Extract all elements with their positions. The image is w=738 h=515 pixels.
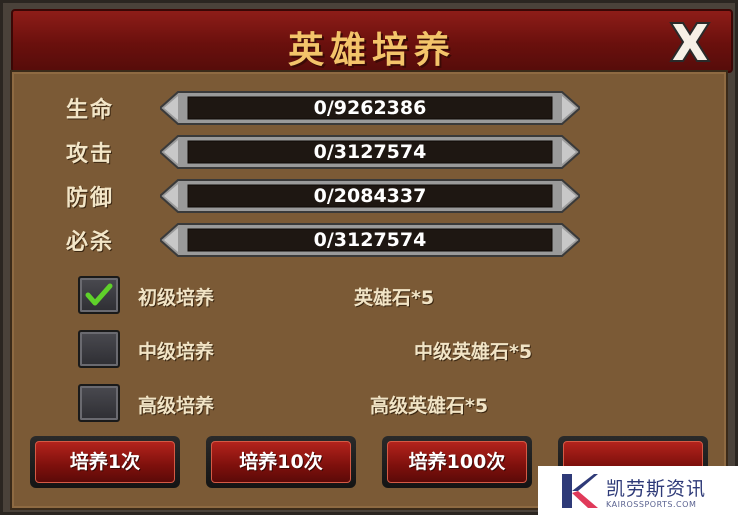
watermark-logo: 凯劳斯资讯 KAIROSSPORTS.COM — [538, 466, 738, 515]
train-100-label: 培养100次 — [387, 441, 527, 483]
stat-label-attack: 攻击 — [66, 142, 115, 167]
checkbox-basic[interactable] — [78, 276, 120, 314]
option-label-advanced: 高级培养 — [138, 395, 215, 417]
stat-value-critical: 0/3127574 — [313, 229, 427, 251]
dialog-title: 英雄培养 — [287, 30, 456, 71]
train-100-button[interactable]: 培养100次 — [382, 436, 532, 488]
train-1-button[interactable]: 培养1次 — [30, 436, 180, 488]
dialog-header: 英雄培养 — [11, 9, 733, 73]
checkbox-advanced[interactable] — [78, 384, 120, 422]
train-10-button[interactable]: 培养10次 — [206, 436, 356, 488]
checkmark-icon — [85, 283, 113, 306]
stat-label-hp: 生命 — [66, 98, 115, 123]
stat-label-critical: 必杀 — [66, 230, 115, 255]
watermark-subtext: KAIROSSPORTS.COM — [606, 500, 697, 509]
stat-label-defense: 防御 — [66, 186, 115, 211]
option-cost-basic: 英雄石*5 — [354, 287, 435, 309]
checkbox-intermediate[interactable] — [78, 330, 120, 368]
stat-value-hp: 0/9262386 — [313, 97, 427, 119]
stat-value-attack: 0/3127574 — [313, 141, 427, 163]
option-cost-advanced: 高级英雄石*5 — [370, 395, 489, 417]
option-label-basic: 初级培养 — [138, 287, 215, 309]
option-cost-intermediate: 中级英雄石*5 — [414, 341, 533, 363]
train-10-label: 培养10次 — [211, 441, 351, 483]
close-x-icon[interactable] — [665, 19, 715, 65]
logo-k-icon — [562, 474, 598, 508]
train-1-label: 培养1次 — [35, 441, 175, 483]
watermark-text: 凯劳斯资讯 — [606, 478, 707, 500]
option-label-intermediate: 中级培养 — [138, 341, 215, 363]
stat-value-defense: 0/2084337 — [313, 185, 427, 207]
